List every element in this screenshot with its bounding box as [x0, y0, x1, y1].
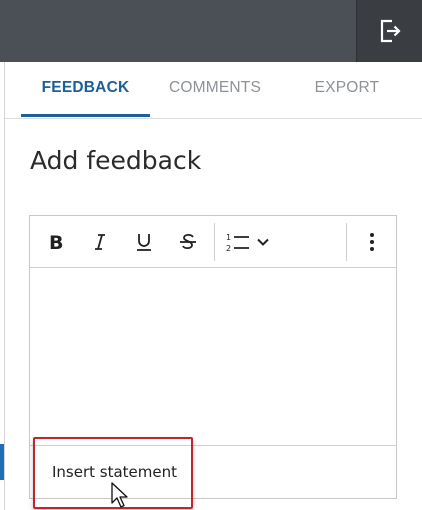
more-options-button[interactable] [357, 227, 387, 257]
strikethrough-button[interactable] [173, 227, 203, 257]
tab-export[interactable]: EXPORT [283, 62, 411, 118]
italic-button[interactable] [85, 227, 115, 257]
left-divider [4, 62, 5, 510]
bold-icon: B [49, 232, 63, 252]
ordered-list-icon: 1 2 [226, 233, 249, 253]
underline-button[interactable] [129, 227, 159, 257]
top-bar [0, 0, 422, 62]
bold-button[interactable]: B [41, 227, 71, 257]
more-vertical-icon [370, 233, 374, 251]
underline-icon [137, 234, 151, 251]
editor-toolbar: B 1 2 [30, 216, 396, 268]
strikethrough-icon [180, 233, 196, 250]
toolbar-separator [346, 223, 347, 261]
toolbar-separator [214, 223, 215, 261]
feedback-text-area[interactable] [30, 268, 396, 444]
panel-title: Add feedback [30, 146, 202, 175]
italic-icon [95, 234, 105, 250]
tab-feedback[interactable]: FEEDBACK [21, 62, 150, 118]
svg-text:2: 2 [226, 244, 231, 253]
tab-bar: FEEDBACK COMMENTS EXPORT [5, 62, 422, 119]
exit-icon [380, 19, 401, 43]
list-dropdown-button[interactable]: 1 2 [225, 227, 279, 257]
left-indicator [0, 444, 4, 480]
chevron-down-icon [257, 238, 269, 246]
tab-comments[interactable]: COMMENTS [153, 62, 277, 118]
mouse-cursor-icon [111, 482, 128, 508]
svg-text:1: 1 [226, 233, 231, 242]
active-tab-underline [21, 114, 150, 117]
svg-text:B: B [49, 232, 63, 252]
exit-button[interactable] [356, 0, 422, 62]
